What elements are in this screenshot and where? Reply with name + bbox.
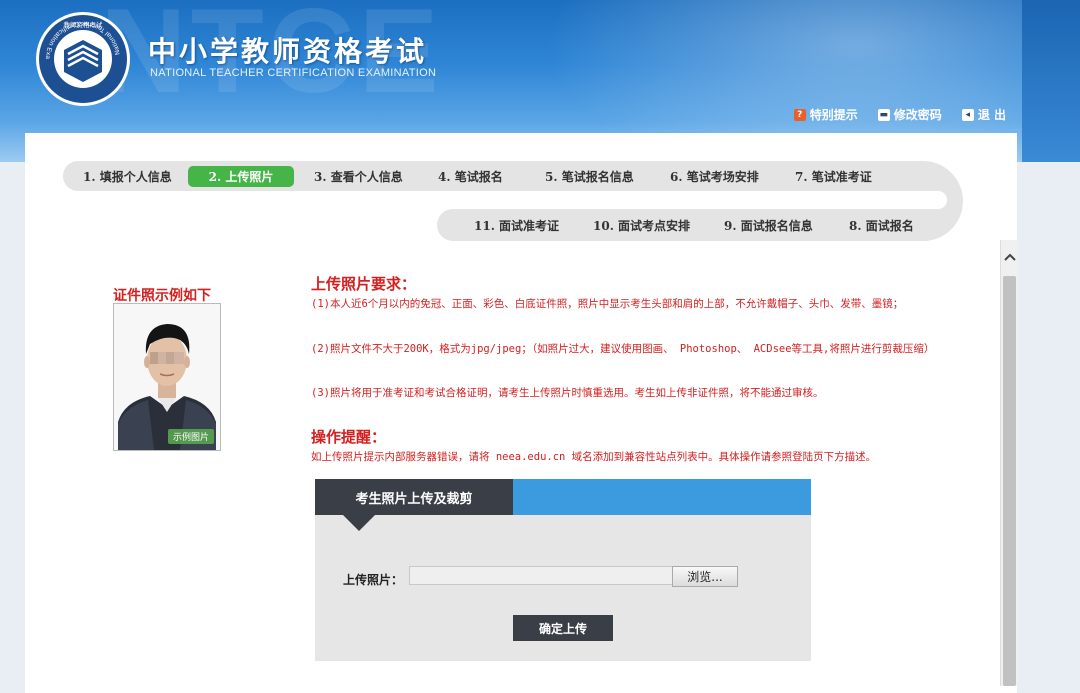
operations-text: 如上传照片提示内部服务器错误，请将 neea.edu.cn 域名添加到兼容性站点…	[311, 451, 877, 463]
confirm-upload-button[interactable]: 确定上传	[513, 615, 613, 641]
requirement-item-2: (2)照片文件不大于200K，格式为jpg/jpeg；（如照片过大，建议使用图画…	[311, 343, 935, 355]
operations-title: 操作提醒：	[311, 428, 387, 446]
requirements-title: 上传照片要求：	[311, 275, 417, 293]
key-icon: ▬	[877, 108, 890, 121]
scroll-thumb[interactable]	[1003, 276, 1016, 686]
site-subtitle: NATIONAL TEACHER CERTIFICATION EXAMINATI…	[150, 67, 437, 79]
step-interview-admission[interactable]: 11. 面试准考证	[474, 217, 559, 234]
main-panel: 1. 填报个人信息 2. 上传照片 3. 查看个人信息 4. 笔试报名 5. 笔…	[25, 133, 1017, 693]
scroll-up-icon[interactable]	[1001, 240, 1018, 274]
requirement-item-1: (1)本人近6个月以内的免冠、正面、彩色、白底证件照，照片中显示考生头部和肩的上…	[311, 298, 904, 310]
upload-photo-label: 上传照片：	[343, 573, 404, 587]
step-navigation: 1. 填报个人信息 2. 上传照片 3. 查看个人信息 4. 笔试报名 5. 笔…	[63, 161, 963, 241]
step-interview-arrangement[interactable]: 10. 面试考点安排	[593, 217, 690, 234]
step-interview-register-info[interactable]: 9. 面试报名信息	[724, 217, 813, 234]
step-view-info[interactable]: 3. 查看个人信息	[314, 168, 403, 185]
sample-badge: 示例图片	[167, 429, 214, 444]
vertical-scrollbar[interactable]	[1000, 240, 1018, 686]
step-written-register-info[interactable]: 5. 笔试报名信息	[545, 168, 634, 185]
step-fill-info[interactable]: 1. 填报个人信息	[83, 168, 172, 185]
step-upload-photo[interactable]: 2. 上传照片	[188, 166, 294, 187]
requirement-item-3: (3)照片将用于准考证和考试合格证明，请考生上传照片时慎重选用。考生如上传非证件…	[311, 387, 824, 399]
step-written-arrangement[interactable]: 6. 笔试考场安排	[670, 168, 759, 185]
logout-icon: ◂	[961, 108, 974, 121]
special-notice-link[interactable]: ? 特别提示	[793, 106, 858, 123]
browse-button[interactable]: 浏览...	[672, 566, 738, 587]
site-title: 中小学教师资格考试	[148, 35, 428, 68]
upload-photo-field[interactable]	[409, 566, 677, 585]
question-icon: ?	[793, 108, 806, 121]
upload-tab-pointer	[343, 515, 375, 531]
logo-top-text: 教师资格考试	[64, 20, 104, 29]
ntce-logo: National Teacher Certification Examinati…	[31, 5, 132, 108]
header-links: ? 特别提示 ▬ 修改密码 ◂ 退 出	[793, 106, 1006, 123]
upload-tab: 考生照片上传及裁剪	[315, 479, 513, 515]
photo-upload-box: 考生照片上传及裁剪 上传照片： 浏览... 确定上传	[315, 479, 811, 661]
change-password-link[interactable]: ▬ 修改密码	[877, 106, 942, 123]
step-interview-register[interactable]: 8. 面试报名	[849, 217, 914, 234]
step-written-admission[interactable]: 7. 笔试准考证	[795, 168, 872, 185]
step-written-register[interactable]: 4. 笔试报名	[438, 168, 503, 185]
sample-photo-title: 证件照示例如下	[113, 288, 211, 304]
logout-link[interactable]: ◂ 退 出	[961, 106, 1006, 123]
sample-photo: 示例图片	[113, 303, 221, 451]
